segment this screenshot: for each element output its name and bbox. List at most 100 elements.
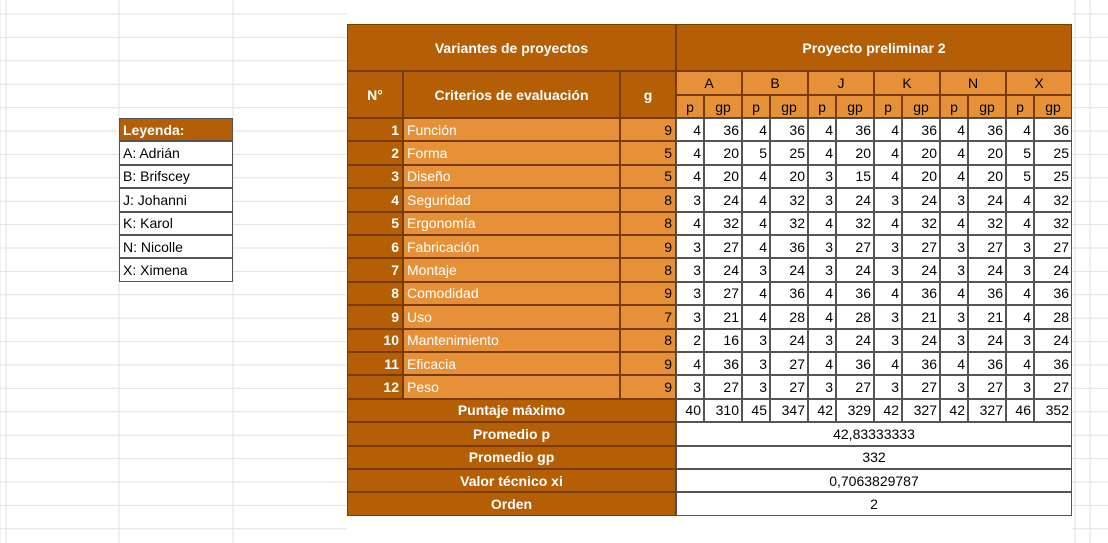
score-p[interactable]: 3: [940, 305, 968, 329]
group-header[interactable]: K: [874, 71, 940, 95]
score-p[interactable]: 4: [940, 141, 968, 165]
score-gp[interactable]: 24: [968, 328, 1006, 352]
score-gp[interactable]: 32: [770, 188, 808, 212]
score-gp[interactable]: 36: [836, 281, 874, 306]
total-p[interactable]: 42: [808, 398, 836, 423]
score-gp[interactable]: 25: [1034, 164, 1072, 189]
score-p[interactable]: 3: [874, 258, 902, 282]
header-g[interactable]: g: [620, 71, 676, 118]
legend-item[interactable]: X: Ximena: [119, 258, 233, 282]
score-gp[interactable]: 24: [1034, 258, 1072, 282]
score-p[interactable]: 3: [808, 164, 836, 189]
score-gp[interactable]: 24: [1034, 328, 1072, 352]
total-p[interactable]: 45: [742, 398, 770, 423]
score-p[interactable]: 3: [742, 375, 770, 399]
header-no[interactable]: N°: [347, 71, 403, 118]
score-gp[interactable]: 36: [836, 118, 874, 142]
score-gp[interactable]: 36: [704, 352, 742, 376]
group-header[interactable]: B: [742, 71, 808, 95]
score-p[interactable]: 3: [808, 328, 836, 352]
row-number[interactable]: 10: [347, 328, 403, 352]
score-p[interactable]: 3: [676, 188, 704, 212]
score-p[interactable]: 3: [874, 375, 902, 399]
score-gp[interactable]: 32: [770, 211, 808, 235]
score-gp[interactable]: 27: [770, 352, 808, 376]
score-p[interactable]: 4: [940, 281, 968, 306]
score-gp[interactable]: 27: [902, 375, 940, 399]
score-p[interactable]: 3: [676, 281, 704, 306]
subheader-p[interactable]: p: [808, 95, 836, 118]
legend-item[interactable]: N: Nicolle: [119, 235, 233, 259]
score-gp[interactable]: 36: [836, 352, 874, 376]
row-number[interactable]: 1: [347, 118, 403, 142]
weight-g[interactable]: 9: [620, 281, 676, 306]
score-gp[interactable]: 20: [902, 164, 940, 189]
score-p[interactable]: 4: [676, 352, 704, 376]
total-p[interactable]: 46: [1006, 398, 1034, 423]
total-gp[interactable]: 352: [1034, 398, 1072, 423]
subheader-gp[interactable]: gp: [902, 95, 940, 118]
criterion-name[interactable]: Forma: [403, 141, 620, 165]
subheader-gp[interactable]: gp: [968, 95, 1006, 118]
score-p[interactable]: 4: [676, 141, 704, 165]
score-p[interactable]: 4: [1006, 118, 1034, 142]
row-number[interactable]: 2: [347, 141, 403, 165]
score-gp[interactable]: 15: [836, 164, 874, 189]
score-p[interactable]: 4: [874, 141, 902, 165]
score-p[interactable]: 4: [742, 235, 770, 259]
score-gp[interactable]: 20: [836, 141, 874, 165]
score-p[interactable]: 3: [940, 258, 968, 282]
score-gp[interactable]: 24: [704, 258, 742, 282]
score-gp[interactable]: 27: [902, 235, 940, 259]
summary-label[interactable]: Promedio p: [347, 422, 676, 446]
criterion-name[interactable]: Eficacia: [403, 352, 620, 376]
score-p[interactable]: 4: [874, 164, 902, 189]
subheader-gp[interactable]: gp: [770, 95, 808, 118]
score-p[interactable]: 4: [874, 211, 902, 235]
score-p[interactable]: 3: [742, 328, 770, 352]
summary-value[interactable]: 0,7063829787: [676, 469, 1072, 493]
score-p[interactable]: 4: [742, 305, 770, 329]
subheader-p[interactable]: p: [874, 95, 902, 118]
score-gp[interactable]: 24: [770, 328, 808, 352]
score-p[interactable]: 4: [1006, 281, 1034, 306]
score-p[interactable]: 4: [676, 211, 704, 235]
score-gp[interactable]: 16: [704, 328, 742, 352]
summary-label[interactable]: Promedio gp: [347, 445, 676, 469]
row-number[interactable]: 8: [347, 281, 403, 306]
score-p[interactable]: 4: [874, 118, 902, 142]
score-gp[interactable]: 27: [770, 375, 808, 399]
score-p[interactable]: 4: [940, 352, 968, 376]
total-gp[interactable]: 329: [836, 398, 874, 423]
score-p[interactable]: 4: [808, 118, 836, 142]
score-p[interactable]: 3: [1006, 235, 1034, 259]
score-p[interactable]: 4: [676, 164, 704, 189]
score-p[interactable]: 3: [874, 235, 902, 259]
criterion-name[interactable]: Peso: [403, 375, 620, 399]
score-p[interactable]: 4: [940, 211, 968, 235]
score-p[interactable]: 3: [808, 375, 836, 399]
subheader-p[interactable]: p: [676, 95, 704, 118]
subheader-gp[interactable]: gp: [704, 95, 742, 118]
criterion-name[interactable]: Montaje: [403, 258, 620, 282]
score-p[interactable]: 3: [742, 352, 770, 376]
score-gp[interactable]: 28: [770, 305, 808, 329]
score-p[interactable]: 3: [940, 328, 968, 352]
total-gp[interactable]: 327: [968, 398, 1006, 423]
score-gp[interactable]: 24: [836, 188, 874, 212]
score-gp[interactable]: 36: [770, 235, 808, 259]
score-p[interactable]: 5: [1006, 141, 1034, 165]
score-p[interactable]: 3: [1006, 328, 1034, 352]
score-p[interactable]: 5: [742, 141, 770, 165]
group-header[interactable]: N: [940, 71, 1006, 95]
score-p[interactable]: 3: [874, 305, 902, 329]
weight-g[interactable]: 9: [620, 235, 676, 259]
weight-g[interactable]: 9: [620, 118, 676, 142]
score-gp[interactable]: 32: [1034, 211, 1072, 235]
score-p[interactable]: 4: [676, 118, 704, 142]
score-p[interactable]: 4: [808, 211, 836, 235]
score-gp[interactable]: 27: [836, 375, 874, 399]
score-gp[interactable]: 20: [968, 141, 1006, 165]
group-header[interactable]: J: [808, 71, 874, 95]
legend-item[interactable]: B: Brifscey: [119, 164, 233, 189]
